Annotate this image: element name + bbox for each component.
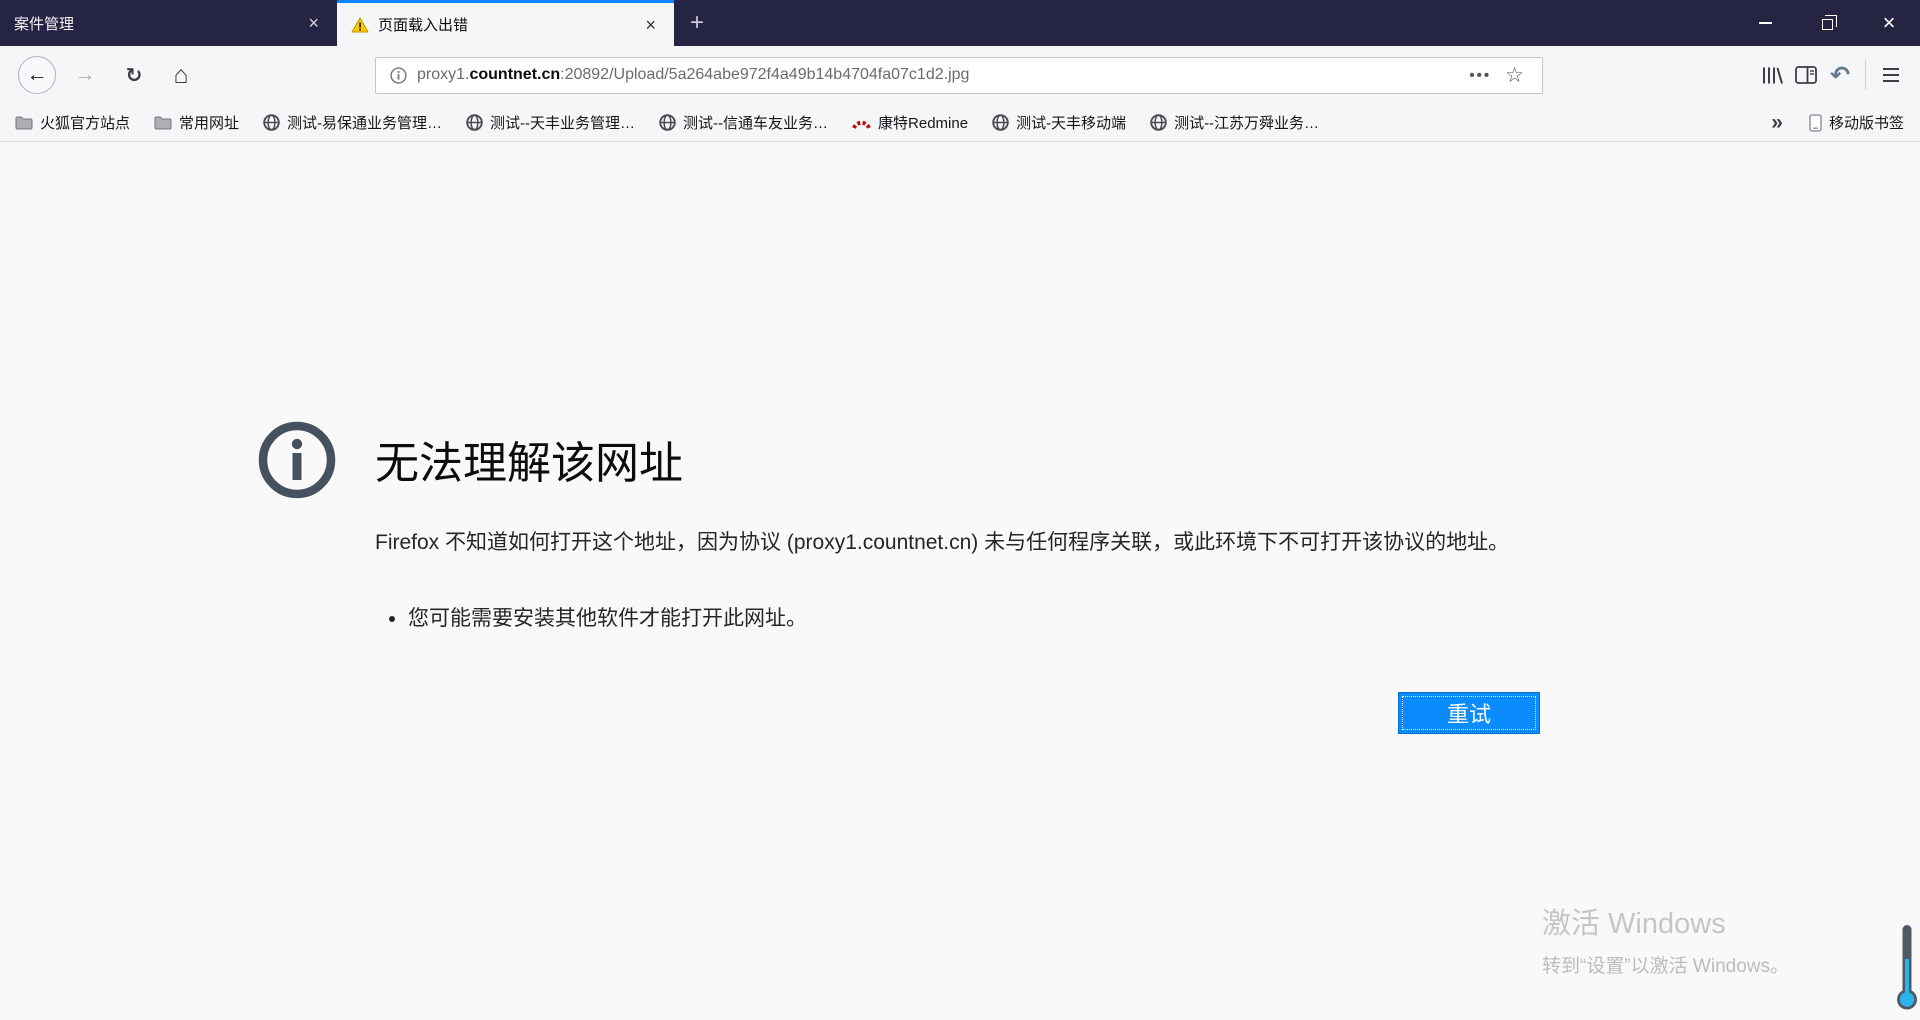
close-icon[interactable]: × xyxy=(302,12,325,34)
undo-icon: ↶ xyxy=(1829,61,1851,89)
bookmarks-overflow-chevron[interactable]: » xyxy=(1771,111,1783,135)
globe-icon xyxy=(263,114,280,131)
error-title: 无法理解该网址 xyxy=(375,439,683,488)
restore-button[interactable] xyxy=(1796,0,1858,46)
close-icon[interactable]: × xyxy=(639,14,662,36)
globe-icon xyxy=(992,114,1009,131)
library-button[interactable] xyxy=(1755,58,1789,92)
url-text: proxy1.countnet.cn:20892/Upload/5a264abe… xyxy=(417,66,969,84)
bookmark-folder-common-sites[interactable]: 常用网址 xyxy=(154,112,239,133)
warning-icon xyxy=(351,17,369,33)
bookmark-kangte-redmine[interactable]: 康特Redmine xyxy=(852,112,968,133)
redmine-icon xyxy=(852,116,871,129)
menu-button[interactable] xyxy=(1874,58,1908,92)
bookmark-folder-firefox-official[interactable]: 火狐官方站点 xyxy=(15,112,130,133)
home-button[interactable]: ⌂ xyxy=(164,61,198,90)
reload-button[interactable]: ↻ xyxy=(118,63,150,88)
url-bar[interactable]: proxy1.countnet.cn:20892/Upload/5a264abe… xyxy=(375,56,1543,94)
bookmark-xintong[interactable]: 测试--信通车友业务… xyxy=(659,112,828,133)
url-domain: countnet.cn xyxy=(469,66,561,83)
bookmark-label: 测试-易保通业务管理… xyxy=(287,115,443,132)
watermark-line2: 转到“设置”以激活 Windows。 xyxy=(1542,956,1790,977)
bookmark-label: 测试--天丰业务管理… xyxy=(490,115,636,132)
error-description: Firefox 不知道如何打开这个地址，因为协议 (proxy1.countne… xyxy=(375,531,1510,554)
window-close-button[interactable]: × xyxy=(1858,0,1920,46)
undo-closed-tab-button[interactable]: ↶ xyxy=(1823,58,1857,92)
folder-icon xyxy=(15,115,33,130)
tab-title: 页面载入出错 xyxy=(378,17,469,34)
bookmark-label: 测试--信通车友业务… xyxy=(683,115,829,132)
sidebar-button[interactable] xyxy=(1789,58,1823,92)
bookmark-label: 测试--江苏万舜业务… xyxy=(1174,115,1320,132)
titlebar-drag-area xyxy=(720,0,1734,46)
library-icon xyxy=(1763,67,1783,84)
navigation-toolbar: ← → ↻ ⌂ proxy1.countnet.cn:20892/Upload/… xyxy=(0,46,1920,104)
mobile-bookmarks-label: 移动版书签 xyxy=(1828,115,1904,132)
phone-icon xyxy=(1809,113,1822,132)
error-suggestion-item: 您可能需要安装其他软件才能打开此网址。 xyxy=(408,602,807,632)
titlebar: 案件管理 × 页面载入出错 × + × xyxy=(0,0,1920,46)
bookmark-tianfeng-mgmt[interactable]: 测试--天丰业务管理… xyxy=(466,112,635,133)
restore-icon xyxy=(1821,15,1837,30)
bookmark-tianfeng-mobile[interactable]: 测试-天丰移动端 xyxy=(992,112,1126,133)
bookmark-label: 常用网址 xyxy=(179,115,240,132)
info-icon[interactable] xyxy=(390,66,407,84)
url-path: :20892/Upload/5a264abe972f4a49b14b4704fa… xyxy=(560,66,970,83)
hamburger-icon xyxy=(1883,68,1899,82)
mobile-bookmarks[interactable]: 移动版书签 xyxy=(1809,112,1904,133)
bookmark-yibaotong[interactable]: 测试-易保通业务管理… xyxy=(263,112,442,133)
error-suggestion-list: 您可能需要安装其他软件才能打开此网址。 xyxy=(382,602,807,632)
windows-activation-watermark: 激活 Windows 转到“设置”以激活 Windows。 xyxy=(1542,900,1789,978)
tab-case-management[interactable]: 案件管理 × xyxy=(0,0,337,46)
bookmark-label: 康特Redmine xyxy=(878,115,969,132)
globe-icon xyxy=(1150,114,1167,131)
url-prefix: proxy1. xyxy=(417,66,470,83)
new-tab-button[interactable]: + xyxy=(674,0,720,46)
forward-button[interactable]: → xyxy=(70,63,100,87)
bookmarks-bar: 火狐官方站点 常用网址 测试-易保通业务管理… 测试--天丰业务管理… 测试--… xyxy=(0,104,1920,142)
tab-title: 案件管理 xyxy=(14,15,75,33)
minimize-button[interactable] xyxy=(1734,0,1796,46)
bookmark-label: 火狐官方站点 xyxy=(40,115,131,132)
retry-button[interactable]: 重试 xyxy=(1398,692,1540,734)
globe-icon xyxy=(466,114,483,131)
page-content: 无法理解该网址 Firefox 不知道如何打开这个地址，因为协议 (proxy1… xyxy=(0,142,1920,1020)
page-actions-icon[interactable]: ••• xyxy=(1461,67,1499,84)
watermark-line1: 激活 Windows xyxy=(1542,908,1726,940)
globe-icon xyxy=(659,114,676,131)
bookmark-jiangsu-wanshun[interactable]: 测试--江苏万舜业务… xyxy=(1150,112,1319,133)
bookmark-star-icon[interactable]: ☆ xyxy=(1499,63,1532,88)
tab-page-load-error[interactable]: 页面载入出错 × xyxy=(337,0,674,46)
toolbar-divider xyxy=(1865,60,1866,90)
bookmark-label: 测试-天丰移动端 xyxy=(1016,115,1127,132)
info-circle-icon xyxy=(257,420,337,505)
toolbar-right-group: ↶ xyxy=(1755,58,1908,92)
sidebar-icon xyxy=(1795,66,1817,84)
thermometer-icon xyxy=(1897,923,1917,1016)
folder-icon xyxy=(154,115,172,130)
minimize-icon xyxy=(1758,22,1772,24)
back-button[interactable]: ← xyxy=(18,56,56,94)
